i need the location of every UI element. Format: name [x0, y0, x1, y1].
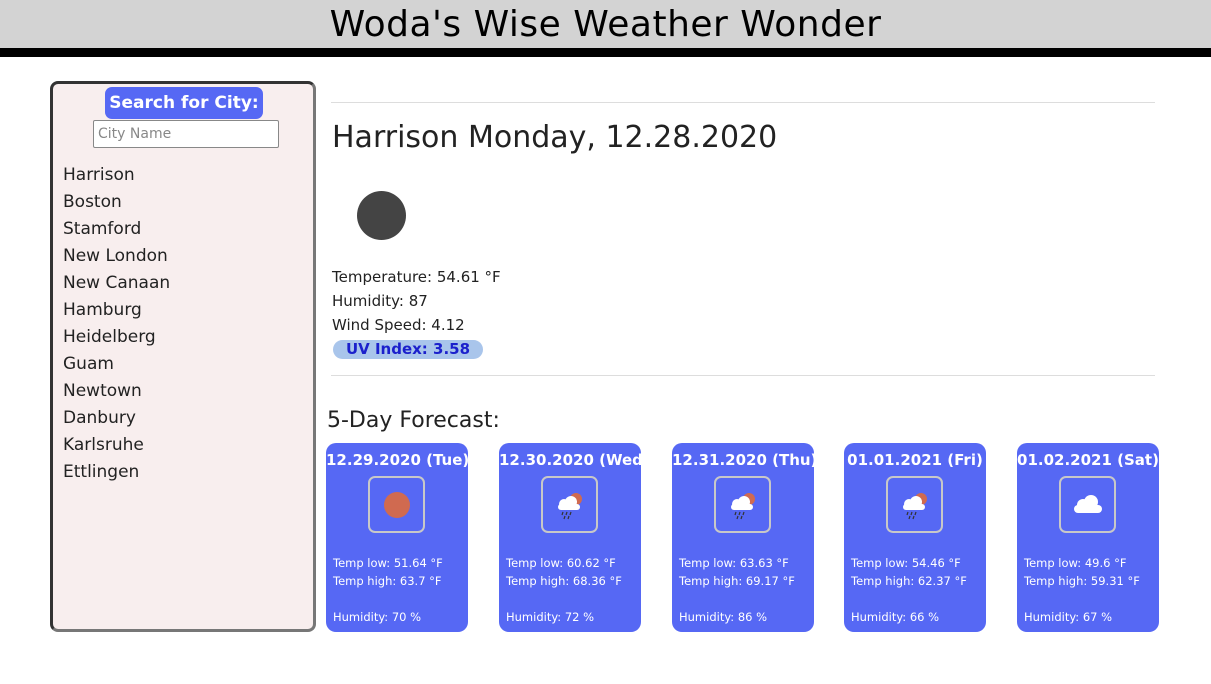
city-item-karlsruhe[interactable]: Karlsruhe — [63, 432, 170, 459]
city-item-heidelberg[interactable]: Heidelberg — [63, 324, 170, 351]
uv-index-badge: UV Index: 3.58 — [333, 340, 483, 359]
forecast-icon-frame — [541, 476, 598, 533]
forecast-icon-frame — [886, 476, 943, 533]
city-item-stamford[interactable]: Stamford — [63, 216, 170, 243]
forecast-title: 5-Day Forecast: — [327, 408, 500, 433]
current-temperature: Temperature: 54.61 °F — [332, 268, 501, 286]
cloud-icon — [1073, 494, 1102, 513]
forecast-date: 01.02.2021 (Sat) — [1017, 451, 1159, 469]
forecast-card: 12.31.2020 (Thu) Temp low: 63.63 °F Temp… — [672, 443, 818, 632]
current-wind-speed: Wind Speed: 4.12 — [332, 316, 465, 334]
forecast-temp-low: Temp low: 49.6 °F — [1024, 556, 1127, 570]
forecast-icon-frame — [1059, 476, 1116, 533]
dark-moon-icon — [357, 191, 406, 240]
forecast-humidity: Humidity: 67 % — [1024, 610, 1113, 624]
main-content: Harrison Monday, 12.28.2020 Temperature:… — [326, 0, 1159, 684]
city-search-input[interactable] — [93, 120, 279, 148]
forecast-temp-high: Temp high: 63.7 °F — [333, 574, 442, 588]
rain-cloud-sun-icon — [730, 492, 755, 519]
city-item-new-london[interactable]: New London — [63, 243, 170, 270]
forecast-humidity: Humidity: 70 % — [333, 610, 422, 624]
city-item-ettlingen[interactable]: Ettlingen — [63, 459, 170, 486]
forecast-temp-high: Temp high: 62.37 °F — [851, 574, 967, 588]
city-item-boston[interactable]: Boston — [63, 189, 170, 216]
forecast-icon-frame — [714, 476, 771, 533]
forecast-temp-low: Temp low: 51.64 °F — [333, 556, 443, 570]
current-weather-title: Harrison Monday, 12.28.2020 — [332, 120, 778, 155]
current-humidity: Humidity: 87 — [332, 292, 428, 310]
forecast-date: 12.29.2020 (Tue) — [326, 451, 470, 469]
search-button[interactable]: Search for City: — [105, 87, 263, 119]
forecast-card: 12.30.2020 (Wed) Temp low: 60.62 °F Temp… — [499, 443, 650, 632]
forecast-cards: 12.29.2020 (Tue) Temp low: 51.64 °F Temp… — [326, 443, 1160, 632]
forecast-temp-low: Temp low: 60.62 °F — [506, 556, 616, 570]
forecast-humidity: Humidity: 66 % — [851, 610, 940, 624]
city-item-guam[interactable]: Guam — [63, 351, 170, 378]
forecast-date: 12.31.2020 (Thu) — [672, 451, 818, 469]
city-item-newtown[interactable]: Newtown — [63, 378, 170, 405]
sun-icon — [383, 491, 410, 518]
forecast-temp-low: Temp low: 63.63 °F — [679, 556, 789, 570]
rain-cloud-sun-icon — [557, 492, 582, 519]
city-item-hamburg[interactable]: Hamburg — [63, 297, 170, 324]
forecast-temp-low: Temp low: 54.46 °F — [851, 556, 961, 570]
forecast-humidity: Humidity: 72 % — [506, 610, 595, 624]
forecast-temp-high: Temp high: 68.36 °F — [506, 574, 622, 588]
forecast-temp-high: Temp high: 69.17 °F — [679, 574, 795, 588]
divider-bottom — [331, 375, 1155, 376]
rain-cloud-sun-icon — [902, 492, 927, 519]
forecast-card: 12.29.2020 (Tue) Temp low: 51.64 °F Temp… — [326, 443, 470, 632]
search-sidebar: Search for City: Harrison Boston Stamfor… — [50, 81, 316, 632]
forecast-card: 01.02.2021 (Sat) Temp low: 49.6 °F Temp … — [1017, 443, 1159, 632]
forecast-icon-frame — [368, 476, 425, 533]
forecast-date: 12.30.2020 (Wed) — [499, 451, 650, 469]
city-item-danbury[interactable]: Danbury — [63, 405, 170, 432]
forecast-card: 01.01.2021 (Fri) Temp low: 54.46 °F Temp… — [844, 443, 986, 632]
city-item-new-canaan[interactable]: New Canaan — [63, 270, 170, 297]
forecast-temp-high: Temp high: 59.31 °F — [1024, 574, 1140, 588]
city-item-harrison[interactable]: Harrison — [63, 162, 170, 189]
forecast-date: 01.01.2021 (Fri) — [847, 451, 983, 469]
city-history-list: Harrison Boston Stamford New London New … — [63, 162, 170, 486]
divider-top — [331, 102, 1155, 103]
forecast-humidity: Humidity: 86 % — [679, 610, 768, 624]
